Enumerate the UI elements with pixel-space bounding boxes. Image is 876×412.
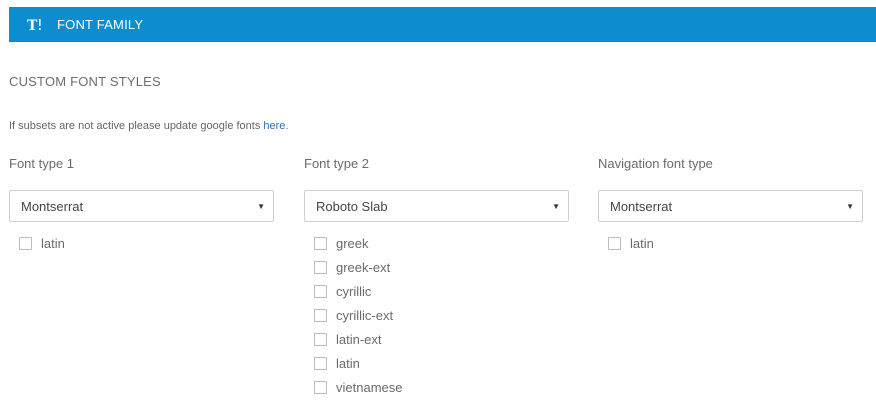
checkbox[interactable] — [314, 308, 327, 322]
subset-checkbox-item[interactable]: cyrillic-ext — [314, 303, 569, 327]
font-type-1-select[interactable]: Montserrat ▼ — [9, 190, 274, 222]
update-fonts-link[interactable]: here — [263, 120, 285, 132]
font-type-2-subsets: greek greek-ext cyrillic cyrillic-ext la… — [304, 231, 569, 399]
subset-label: greek — [336, 235, 369, 251]
navigation-font-value: Montserrat — [610, 198, 673, 214]
subset-info-suffix: . — [285, 120, 289, 132]
font-type-2-group: Font type 2 Roboto Slab ▼ greek greek-ex… — [304, 155, 569, 399]
subset-label: latin — [336, 355, 360, 371]
subset-label: cyrillic — [336, 283, 372, 299]
font-type-2-value: Roboto Slab — [316, 198, 388, 214]
checkbox[interactable] — [608, 236, 621, 250]
subset-label: greek-ext — [336, 259, 391, 275]
subset-checkbox-item[interactable]: greek-ext — [314, 255, 569, 279]
section-title: CUSTOM FONT STYLES — [9, 74, 161, 89]
chevron-down-icon: ▼ — [552, 201, 560, 211]
subset-checkbox-item[interactable]: latin — [314, 351, 569, 375]
navigation-font-group: Navigation font type Montserrat ▼ latin — [598, 155, 863, 255]
subset-label: cyrillic-ext — [336, 307, 394, 323]
checkbox[interactable] — [314, 284, 327, 298]
subset-label: vietnamese — [336, 379, 403, 395]
font-type-1-value: Montserrat — [21, 198, 84, 214]
checkbox[interactable] — [314, 260, 327, 274]
subset-info-text: If subsets are not active please update … — [9, 120, 264, 132]
navigation-font-label: Navigation font type — [598, 156, 713, 171]
checkbox[interactable] — [19, 236, 32, 250]
subset-info: If subsets are not active please update … — [9, 120, 289, 132]
font-type-1-subsets: latin — [9, 231, 274, 255]
font-type-1-label: Font type 1 — [9, 156, 75, 171]
subset-checkbox-item[interactable]: cyrillic — [314, 279, 569, 303]
checkbox[interactable] — [314, 356, 327, 370]
subset-checkbox-item[interactable]: latin-ext — [314, 327, 569, 351]
svg-text:T: T — [27, 18, 38, 33]
chevron-down-icon: ▼ — [846, 201, 854, 211]
checkbox[interactable] — [314, 332, 327, 346]
subset-label: latin — [630, 235, 654, 251]
font-type-2-select[interactable]: Roboto Slab ▼ — [304, 190, 569, 222]
subset-checkbox-item[interactable]: greek — [314, 231, 569, 255]
font-type-2-label: Font type 2 — [304, 156, 370, 171]
subset-label: latin — [41, 235, 65, 251]
subset-checkbox-item[interactable]: latin — [19, 231, 274, 255]
checkbox[interactable] — [314, 236, 327, 250]
subset-checkbox-item[interactable]: vietnamese — [314, 375, 569, 399]
navigation-font-select[interactable]: Montserrat ▼ — [598, 190, 863, 222]
subset-checkbox-item[interactable]: latin — [608, 231, 863, 255]
font-type-1-group: Font type 1 Montserrat ▼ latin — [9, 155, 274, 255]
checkbox[interactable] — [314, 380, 327, 394]
subset-label: latin-ext — [336, 331, 382, 347]
chevron-down-icon: ▼ — [257, 201, 265, 211]
navigation-font-subsets: latin — [598, 231, 863, 255]
text-format-icon: T — [27, 16, 45, 34]
panel-title: FONT FAMILY — [57, 17, 144, 32]
panel-header[interactable]: T FONT FAMILY — [9, 7, 876, 42]
